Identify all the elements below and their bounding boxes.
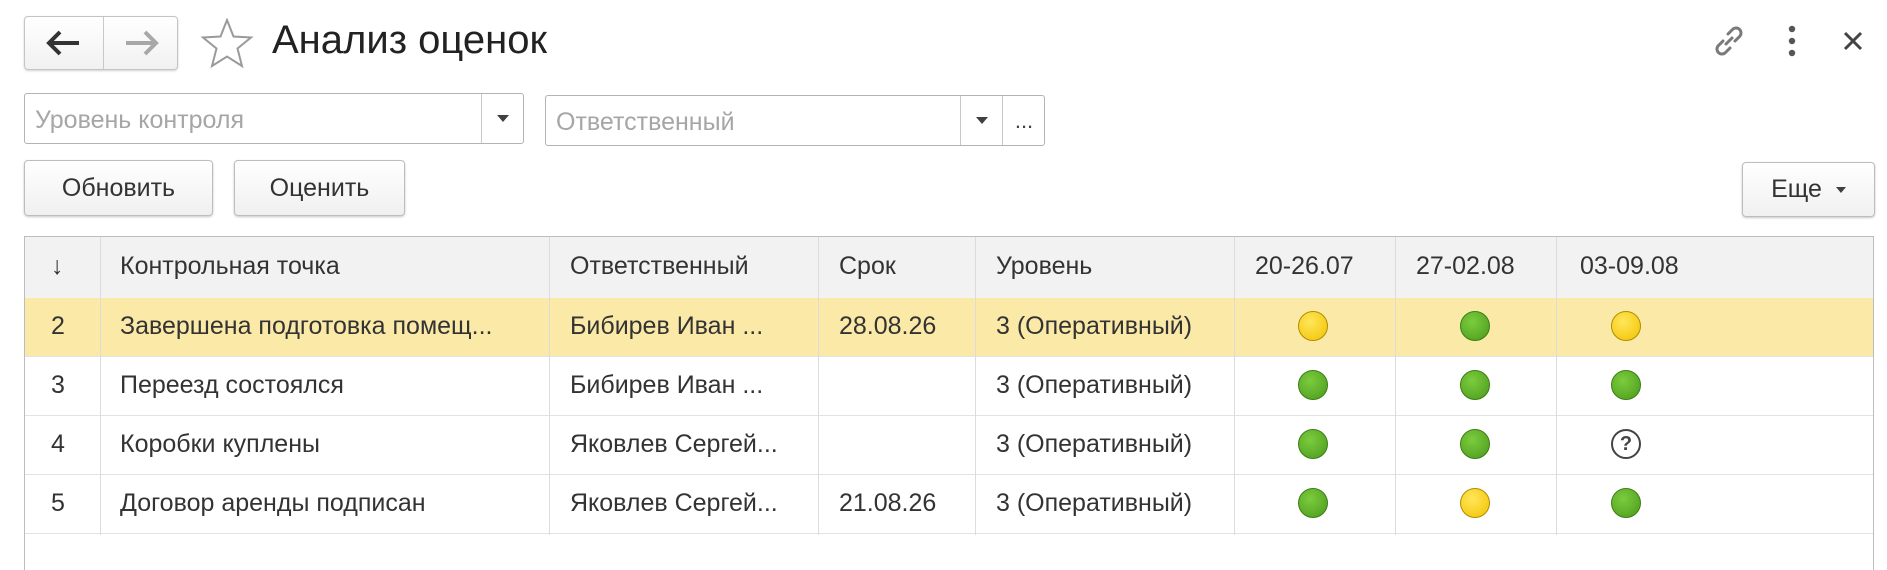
more-vertical-icon: [1788, 25, 1796, 57]
refresh-button[interactable]: Обновить: [24, 160, 213, 216]
control-level-placeholder: Уровень контроля: [35, 106, 245, 134]
rating-yellow-icon[interactable]: [1460, 488, 1490, 518]
row-checkpoint: Переезд состоялся: [120, 371, 344, 399]
table-row[interactable]: 3 Переезд состоялся Бибирев Иван ... 3 (Опе…: [25, 357, 1873, 416]
row-deadline: 21.08.26: [839, 489, 937, 517]
row-checkpoint: Коробки куплены: [120, 430, 320, 458]
row-checkpoint: Завершена подготовка помещ...: [120, 312, 493, 340]
column-divider: [1556, 237, 1557, 535]
control-level-field[interactable]: Уровень контроля: [24, 93, 524, 144]
responsible-field[interactable]: Ответственный ...: [545, 95, 1045, 146]
arrow-right-icon: [126, 30, 159, 56]
table-row[interactable]: 5 Договор аренды подписан Яковлев Сергей..…: [25, 475, 1873, 534]
column-divider: [1234, 237, 1235, 535]
rating-green-icon[interactable]: [1298, 429, 1328, 459]
row-level: 3 (Оперативный): [996, 312, 1193, 340]
rating-green-icon[interactable]: [1460, 311, 1490, 341]
row-responsible: Яковлев Сергей...: [570, 489, 778, 517]
row-responsible: Яковлев Сергей...: [570, 430, 778, 458]
table-row[interactable]: 2 Завершена подготовка помещ... Бибирев Ив…: [25, 298, 1873, 357]
row-level: 3 (Оперативный): [996, 371, 1193, 399]
rating-green-icon[interactable]: [1611, 488, 1641, 518]
rating-green-icon[interactable]: [1460, 429, 1490, 459]
column-header-checkpoint[interactable]: Контрольная точка: [120, 252, 340, 281]
table-row[interactable]: 4 Коробки куплены Яковлев Сергей... 3 (Опер…: [25, 416, 1873, 475]
row-responsible: Бибирев Иван ...: [570, 312, 764, 340]
column-header-week2[interactable]: 27-02.08: [1416, 252, 1515, 281]
column-header-responsible[interactable]: Ответственный: [570, 252, 749, 281]
row-number: 3: [51, 371, 65, 399]
favorite-button[interactable]: [200, 17, 254, 70]
row-level: 3 (Оперативный): [996, 430, 1193, 458]
close-icon: [1843, 31, 1863, 51]
chevron-down-icon: [1835, 186, 1846, 193]
evaluate-button[interactable]: Оценить: [234, 160, 405, 216]
row-responsible: Бибирев Иван ...: [570, 371, 764, 399]
question-icon[interactable]: ?: [1611, 429, 1641, 459]
column-divider: [100, 237, 101, 535]
responsible-select-button[interactable]: ...: [1002, 96, 1045, 145]
column-header-week1[interactable]: 20-26.07: [1255, 252, 1354, 281]
row-level: 3 (Оперативный): [996, 489, 1193, 517]
nav-button-group: [24, 16, 178, 70]
row-number: 2: [51, 312, 65, 340]
close-button[interactable]: [1838, 26, 1868, 56]
column-header-week3[interactable]: 03-09.08: [1580, 252, 1679, 281]
star-icon: [200, 17, 254, 69]
column-divider: [1395, 237, 1396, 535]
forward-button[interactable]: [104, 17, 178, 69]
more-button[interactable]: Еще: [1742, 162, 1875, 217]
ellipsis-icon: ...: [1014, 107, 1034, 133]
chevron-down-icon: [976, 117, 988, 124]
rating-green-icon[interactable]: [1611, 370, 1641, 400]
responsible-placeholder: Ответственный: [556, 108, 735, 136]
rating-yellow-icon[interactable]: [1298, 311, 1328, 341]
column-header-deadline[interactable]: Срок: [839, 252, 896, 281]
chevron-down-icon: [497, 115, 509, 122]
row-checkpoint: Договор аренды подписан: [120, 489, 426, 517]
rating-yellow-icon[interactable]: [1611, 311, 1641, 341]
page-title: Анализ оценок: [272, 18, 547, 62]
column-divider: [818, 237, 819, 535]
rating-green-icon[interactable]: [1298, 370, 1328, 400]
rating-green-icon[interactable]: [1298, 488, 1328, 518]
link-icon: [1715, 26, 1743, 56]
rating-green-icon[interactable]: [1460, 370, 1490, 400]
row-number: 4: [51, 430, 65, 458]
responsible-dropdown-button[interactable]: [960, 96, 1003, 145]
column-header-level[interactable]: Уровень: [996, 252, 1092, 281]
row-deadline: 28.08.26: [839, 312, 937, 340]
row-number: 5: [51, 489, 65, 517]
more-button-label: Еще: [1771, 175, 1822, 203]
back-button[interactable]: [25, 17, 104, 69]
ratings-table: ↓ Контрольная точка Ответственный Срок У…: [24, 236, 1874, 570]
more-menu-button[interactable]: [1778, 24, 1806, 58]
link-button[interactable]: [1712, 24, 1746, 58]
control-level-dropdown-button[interactable]: [481, 94, 524, 143]
column-divider: [975, 237, 976, 535]
column-divider: [549, 237, 550, 535]
arrow-left-icon: [46, 30, 79, 56]
sort-indicator[interactable]: ↓: [51, 252, 64, 281]
table-header: ↓ Контрольная точка Ответственный Срок У…: [25, 237, 1873, 299]
